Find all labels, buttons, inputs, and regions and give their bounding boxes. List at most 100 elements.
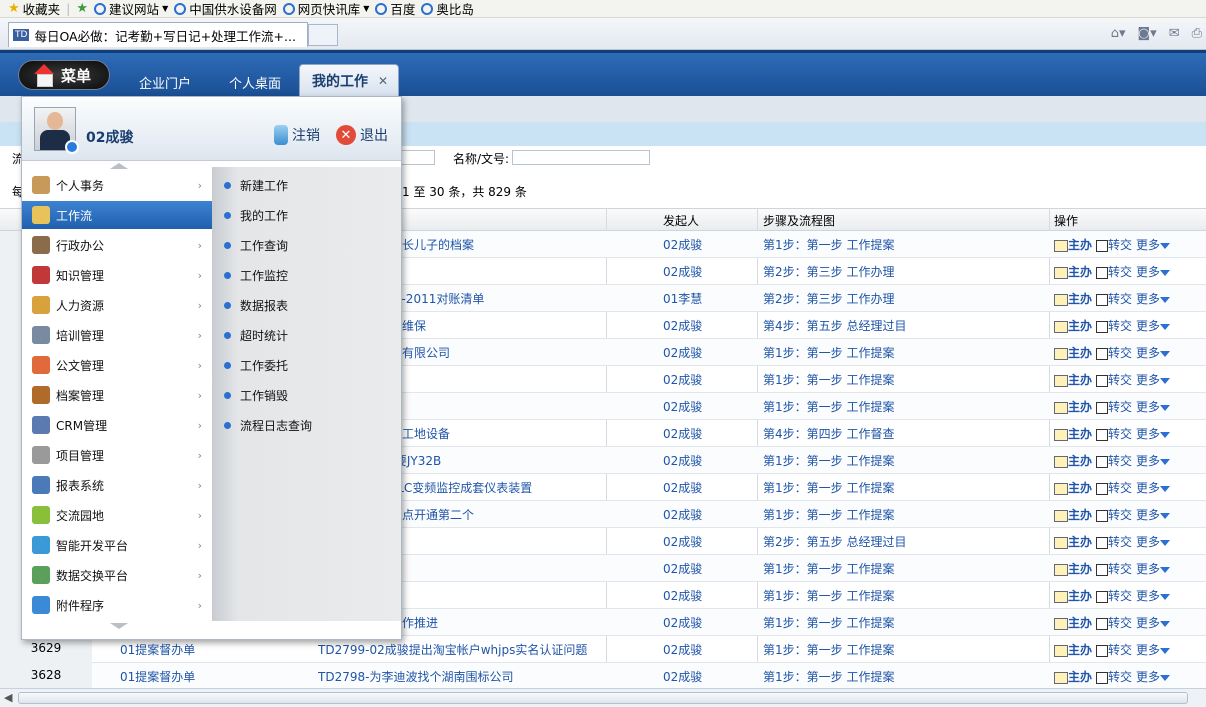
row-initiator[interactable]: 02成骏 (663, 641, 702, 658)
menu-category-item[interactable]: 数据交换平台 › (22, 561, 212, 589)
row-initiator[interactable]: 02成骏 (663, 587, 702, 604)
menu-category-item[interactable]: 工作流› (22, 201, 222, 229)
submenu-item[interactable]: 数据报表 (224, 291, 288, 319)
transfer-button[interactable]: 转交 (1096, 425, 1132, 442)
fav-aobi-island[interactable]: 奥比岛 (421, 0, 474, 18)
logout-button[interactable]: 注销 (274, 125, 320, 145)
scroll-up-icon[interactable] (110, 163, 128, 169)
row-step-link[interactable]: 第2步：第三步 工作办理 (763, 290, 894, 307)
handle-button[interactable]: 主办 (1054, 236, 1092, 253)
row-form-type[interactable]: 01提案督办单 (120, 668, 310, 685)
row-initiator[interactable]: 02成骏 (663, 398, 702, 415)
home-icon[interactable]: ⌂▾ (1111, 26, 1126, 41)
handle-button[interactable]: 主办 (1054, 587, 1092, 604)
print-icon[interactable]: ⎙ (1192, 26, 1202, 41)
row-step-link[interactable]: 第1步：第一步 工作提案 (763, 641, 894, 658)
menu-category-item[interactable]: 公文管理 › (22, 351, 212, 379)
menu-category-item[interactable]: 知识管理 › (22, 261, 212, 289)
menu-category-item[interactable]: 智能开发平台 › (22, 531, 212, 559)
row-initiator[interactable]: 02成骏 (663, 452, 702, 469)
row-step-link[interactable]: 第1步：第一步 工作提案 (763, 452, 894, 469)
menu-category-item[interactable]: 行政办公 › (22, 231, 212, 259)
row-initiator[interactable]: 02成骏 (663, 668, 702, 685)
row-step-link[interactable]: 第1步：第一步 工作提案 (763, 479, 894, 496)
row-initiator[interactable]: 02成骏 (663, 560, 702, 577)
filter-input[interactable] (400, 150, 435, 165)
transfer-button[interactable]: 转交 (1096, 398, 1132, 415)
transfer-button[interactable]: 转交 (1096, 236, 1132, 253)
menu-category-item[interactable]: 个人事务 › (22, 171, 212, 199)
more-button[interactable]: 更多 (1136, 425, 1171, 442)
submenu-item[interactable]: 工作监控 (224, 261, 288, 289)
mail-icon[interactable]: ✉ (1169, 26, 1180, 41)
transfer-button[interactable]: 转交 (1096, 344, 1132, 361)
row-title-link[interactable]: TD2798-为李迪波找个湖南围标公司 (318, 668, 606, 685)
submenu-item[interactable]: 我的工作 (224, 201, 288, 229)
rss-feed-icon[interactable]: ◙▾ (1138, 26, 1157, 41)
row-step-link[interactable]: 第2步：第三步 工作办理 (763, 263, 894, 280)
transfer-button[interactable]: 转交 (1096, 506, 1132, 523)
row-step-link[interactable]: 第1步：第一步 工作提案 (763, 236, 894, 253)
handle-button[interactable]: 主办 (1054, 668, 1092, 685)
handle-button[interactable]: 主办 (1054, 479, 1092, 496)
handle-button[interactable]: 主办 (1054, 452, 1092, 469)
submenu-item[interactable]: 超时统计 (224, 321, 288, 349)
handle-button[interactable]: 主办 (1054, 371, 1092, 388)
more-button[interactable]: 更多 (1136, 344, 1171, 361)
menu-category-item[interactable]: 培训管理 › (22, 321, 212, 349)
row-step-link[interactable]: 第4步：第五步 总经理过目 (763, 317, 906, 334)
row-title-link[interactable]: TD2799-02成骏提出淘宝帐户whjps实名认证问题 (318, 641, 606, 658)
row-initiator[interactable]: 02成骏 (663, 371, 702, 388)
row-initiator[interactable]: 02成骏 (663, 317, 702, 334)
submenu-item[interactable]: 工作查询 (224, 231, 288, 259)
name-docnum-input[interactable] (512, 150, 650, 165)
row-step-link[interactable]: 第1步：第一步 工作提案 (763, 560, 894, 577)
exit-button[interactable]: ✕ 退出 (336, 125, 388, 145)
close-icon[interactable]: ✕ (378, 74, 388, 88)
scrollbar-thumb[interactable] (18, 692, 1188, 704)
menu-category-item[interactable]: 附件程序 › (22, 591, 212, 619)
row-initiator[interactable]: 02成骏 (663, 479, 702, 496)
row-step-link[interactable]: 第4步：第四步 工作督查 (763, 425, 894, 442)
col-steps[interactable]: 步骤及流程图 (763, 212, 835, 229)
handle-button[interactable]: 主办 (1054, 533, 1092, 550)
handle-button[interactable]: 主办 (1054, 344, 1092, 361)
fav-web-slice[interactable]: 网页快讯库 ▼ (282, 0, 369, 18)
more-button[interactable]: 更多 (1136, 479, 1171, 496)
handle-button[interactable]: 主办 (1054, 263, 1092, 280)
transfer-button[interactable]: 转交 (1096, 614, 1132, 631)
horizontal-scrollbar[interactable]: ◀ (0, 688, 1206, 707)
row-initiator[interactable]: 02成骏 (663, 263, 702, 280)
table-row[interactable]: 3629 01提案督办单 TD2799-02成骏提出淘宝帐户whjps实名认证问题 0… (0, 636, 1206, 663)
transfer-button[interactable]: 转交 (1096, 479, 1132, 496)
fav-suggested-sites[interactable]: 建议网站 ▼ (94, 0, 168, 18)
submenu-item[interactable]: 流程日志查询 (224, 411, 312, 439)
row-step-link[interactable]: 第1步：第一步 工作提案 (763, 344, 894, 361)
row-step-link[interactable]: 第1步：第一步 工作提案 (763, 614, 894, 631)
transfer-button[interactable]: 转交 (1096, 560, 1132, 577)
transfer-button[interactable]: 转交 (1096, 533, 1132, 550)
menu-category-item[interactable]: 档案管理 › (22, 381, 212, 409)
transfer-button[interactable]: 转交 (1096, 587, 1132, 604)
row-initiator[interactable]: 02成骏 (663, 425, 702, 442)
row-step-link[interactable]: 第1步：第一步 工作提案 (763, 587, 894, 604)
browser-tab[interactable]: TD 每日OA必做：记考勤+写日记+处理工作流+... (8, 22, 308, 47)
menu-category-item[interactable]: 项目管理 › (22, 441, 212, 469)
tab-my-work[interactable]: 我的工作 ✕ (299, 64, 399, 96)
submenu-item[interactable]: 工作销毁 (224, 381, 288, 409)
row-initiator[interactable]: 02成骏 (663, 506, 702, 523)
row-step-link[interactable]: 第1步：第一步 工作提案 (763, 371, 894, 388)
more-button[interactable]: 更多 (1136, 641, 1171, 658)
scroll-down-icon[interactable] (110, 623, 128, 629)
new-tab-button[interactable] (308, 24, 338, 46)
transfer-button[interactable]: 转交 (1096, 290, 1132, 307)
transfer-button[interactable]: 转交 (1096, 668, 1132, 685)
handle-button[interactable]: 主办 (1054, 425, 1092, 442)
row-step-link[interactable]: 第1步：第一步 工作提案 (763, 506, 894, 523)
transfer-button[interactable]: 转交 (1096, 317, 1132, 334)
more-button[interactable]: 更多 (1136, 452, 1171, 469)
favorites-button[interactable]: ★ 收藏夹 (8, 0, 60, 18)
submenu-item[interactable]: 新建工作 (224, 171, 288, 199)
row-initiator[interactable]: 02成骏 (663, 236, 702, 253)
row-initiator[interactable]: 02成骏 (663, 344, 702, 361)
